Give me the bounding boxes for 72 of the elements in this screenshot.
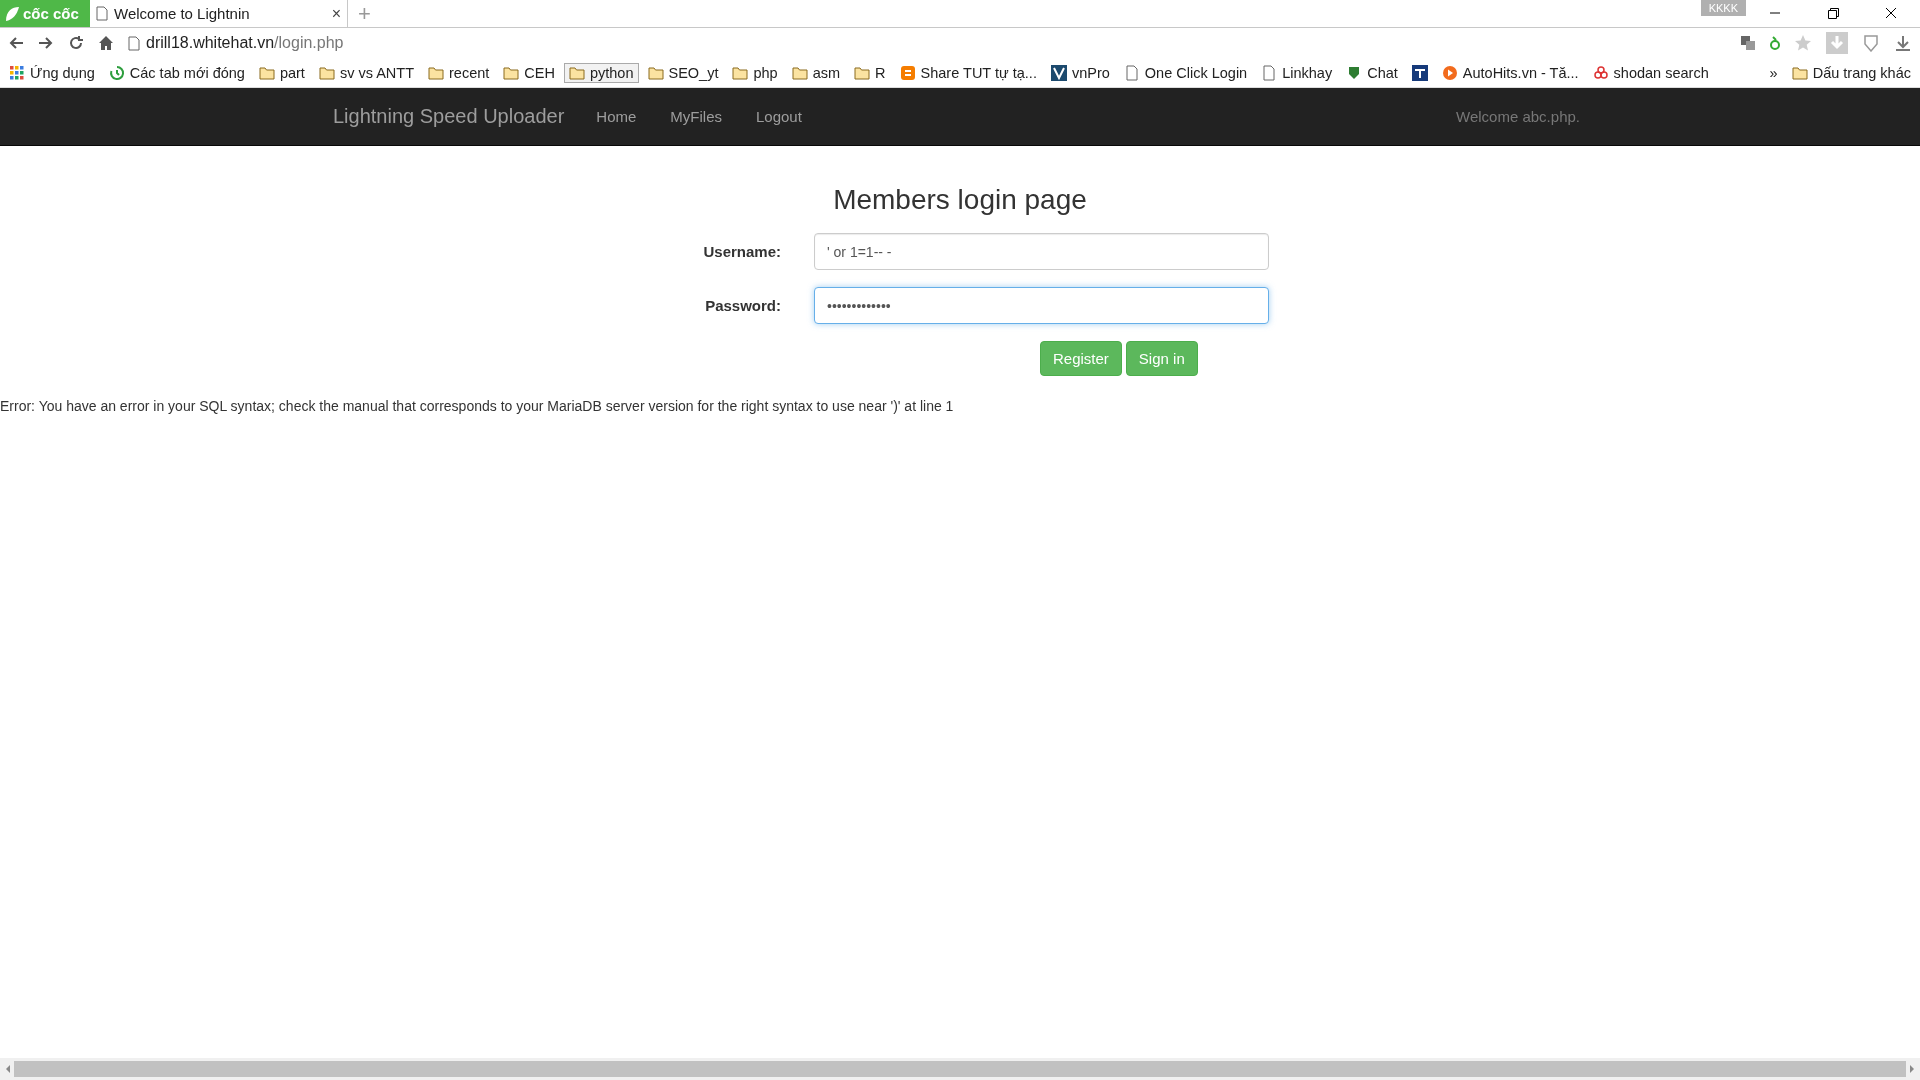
more-bookmarks-button[interactable]: » (1764, 62, 1783, 83)
nav-link[interactable]: Logout (756, 108, 802, 125)
folder-icon (1791, 64, 1808, 81)
error-message: Error: You have an error in your SQL syntax; check the manual that corresponds to your MariaDB server version for the right syntax to use near ')' at line 1 (0, 398, 955, 414)
bookmark-item[interactable]: shodan search (1587, 62, 1714, 83)
logo-text: cốc cốc (23, 5, 79, 22)
bookmark-item[interactable]: sv vs ANTT (313, 62, 419, 83)
page-icon (96, 6, 108, 21)
horizontal-scrollbar[interactable] (0, 1058, 1920, 1080)
back-icon[interactable] (8, 35, 24, 51)
tab-title: Welcome to Lightnin (114, 5, 250, 22)
folder-icon (791, 64, 808, 81)
bookmark-item[interactable]: CEH (498, 62, 560, 83)
reload-icon[interactable] (68, 35, 84, 51)
accent-icon[interactable] (1770, 35, 1780, 51)
scroll-right-icon[interactable] (1908, 1064, 1916, 1074)
field-label: Password: (704, 297, 782, 314)
input-field[interactable]: ' or 1=1-- - (814, 233, 1269, 270)
star-icon[interactable] (1794, 34, 1812, 52)
bookmark-item[interactable]: part (253, 62, 310, 83)
folder-icon (647, 64, 664, 81)
input-field[interactable]: ••••••••••••• (814, 287, 1269, 324)
bookmark-item[interactable]: recent (423, 62, 495, 83)
nav-link[interactable]: MyFiles (670, 108, 722, 125)
folder-icon (258, 64, 275, 81)
folder-icon (854, 64, 871, 81)
circles-icon (1592, 64, 1609, 81)
page-icon (1261, 64, 1278, 81)
field-label: Username: (702, 243, 782, 260)
bookmark-item[interactable]: R (849, 62, 891, 83)
bookmark-item[interactable]: Các tab mới đóng (103, 62, 250, 83)
scroll-thumb[interactable] (14, 1061, 1906, 1077)
download-icon[interactable] (1894, 34, 1912, 52)
home-icon[interactable] (98, 35, 114, 51)
folder-icon (732, 64, 749, 81)
bookmark-item[interactable]: Linkhay (1256, 62, 1338, 83)
bookmark-item[interactable]: Dấu trang khác (1786, 62, 1916, 83)
page-title: Members login page (832, 183, 1088, 216)
bookmark-item[interactable]: One Click Login (1118, 62, 1253, 83)
url-text: drill18.whitehat.vn/login.php (146, 34, 344, 52)
address-field[interactable]: drill18.whitehat.vn/login.php (128, 34, 1726, 52)
navbar-brand[interactable]: Lightning Speed Uploader (333, 105, 565, 128)
page-icon (128, 35, 140, 51)
tp-logo-icon (1411, 64, 1428, 81)
folder-icon (568, 64, 585, 81)
bookmark-item[interactable]: Chat (1341, 62, 1403, 83)
blogger-icon (899, 64, 916, 81)
nav-link[interactable]: Home (596, 108, 637, 125)
scroll-left-icon[interactable] (4, 1064, 12, 1074)
v-logo-icon (1050, 64, 1067, 81)
bookmark-item[interactable]: SEO_yt (642, 62, 724, 83)
bookmark-item[interactable]: asm (786, 62, 846, 83)
folder-icon (428, 64, 444, 81)
forward-icon[interactable] (38, 35, 54, 51)
folder-icon (503, 64, 520, 81)
leaf-icon (4, 4, 20, 23)
page-icon (1123, 64, 1140, 81)
bookmark-item[interactable]: vnPro (1045, 62, 1115, 83)
bookmark-item[interactable]: Ứng dụng (4, 62, 100, 83)
apps-grid-icon (9, 64, 25, 81)
browser-tab[interactable]: Welcome to Lightnin × (90, 0, 348, 27)
welcome-text: Welcome abc.php. (1456, 108, 1580, 125)
translate-icon[interactable] (1740, 35, 1756, 51)
bookmark-item[interactable]: php (727, 62, 783, 83)
shield-icon[interactable] (1862, 34, 1880, 52)
history-icon (108, 64, 125, 81)
tab-close[interactable]: × (331, 4, 341, 23)
play-icon (1441, 64, 1458, 81)
bookmark-item[interactable]: python (563, 62, 639, 83)
bookmark-item[interactable]: Share TUT tự tạ... (894, 62, 1042, 83)
bookmark-item[interactable]: AutoHits.vn - Tă... (1436, 62, 1584, 83)
folder-icon (318, 64, 335, 81)
